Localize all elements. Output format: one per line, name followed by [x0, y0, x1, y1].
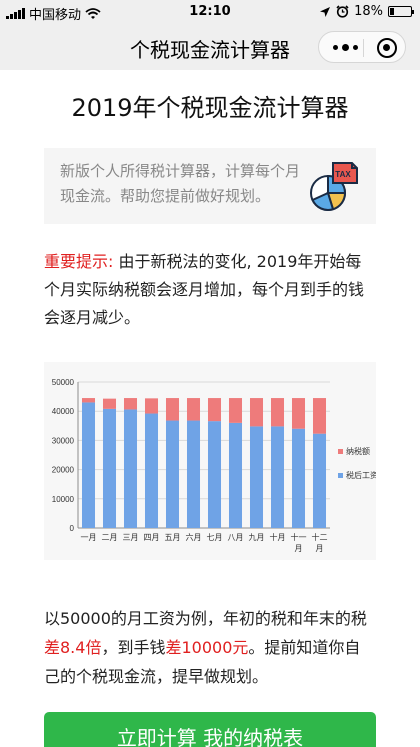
bar-税后工资 — [165, 420, 180, 528]
summary-paragraph: 以50000的月工资为例，年初的税和年末的税差8.4倍，到手钱差10000元。提… — [44, 604, 376, 691]
bar-纳税额 — [81, 398, 96, 403]
x-tick-label: 四月 — [144, 533, 160, 542]
y-tick-label: 50000 — [52, 378, 75, 387]
legend-swatch — [338, 449, 343, 454]
capsule-divider — [363, 39, 364, 57]
bar-税后工资 — [81, 402, 96, 528]
tax-pie-icon: TAX — [310, 162, 358, 211]
summary-highlight-amount: 差10000元 — [165, 638, 249, 657]
x-tick-label: 七月 — [207, 533, 223, 542]
notice-paragraph: 重要提示: 由于新税法的变化, 2019年开始每个月实际纳税额会逐月增加，每个月… — [44, 248, 376, 332]
battery-percent: 18% — [354, 4, 383, 19]
bar-税后工资 — [207, 421, 222, 528]
bar-税后工资 — [102, 408, 117, 528]
bar-纳税额 — [228, 398, 243, 423]
bar-税后工资 — [186, 420, 201, 528]
more-options-icon[interactable] — [333, 44, 358, 51]
calculate-now-button[interactable]: 立即计算 我的纳税表 — [44, 712, 376, 747]
bar-税后工资 — [249, 426, 264, 528]
bar-纳税额 — [249, 398, 264, 427]
bar-纳税额 — [102, 398, 117, 409]
x-tick-label-line: 月 — [316, 544, 324, 553]
notice-label: 重要提示: — [44, 252, 114, 271]
bar-纳税额 — [144, 398, 159, 414]
y-tick-label: 0 — [70, 524, 75, 533]
bar-纳税额 — [207, 398, 222, 422]
bar-纳税额 — [291, 398, 306, 429]
x-tick-label: 八月 — [228, 533, 244, 542]
x-tick-label: 九月 — [249, 533, 265, 542]
x-tick-label-line: 十一 — [291, 532, 307, 542]
bar-纳税额 — [312, 398, 327, 434]
y-tick-label: 20000 — [52, 466, 75, 475]
bar-纳税额 — [270, 398, 285, 427]
status-bar: 中国移动 12:10 18% — [0, 0, 420, 24]
bar-纳税额 — [165, 398, 180, 421]
location-icon — [320, 6, 331, 17]
close-mini-program-icon[interactable] — [377, 38, 397, 58]
legend-swatch — [338, 473, 343, 478]
y-tick-label: 30000 — [52, 436, 75, 445]
y-tick-label: 10000 — [52, 495, 75, 504]
x-tick-label: 六月 — [186, 532, 202, 542]
bar-税后工资 — [123, 409, 138, 528]
x-tick-label-line: 月 — [295, 544, 303, 553]
bar-纳税额 — [186, 398, 201, 421]
summary-highlight-ratio: 差8.4倍 — [44, 638, 102, 657]
x-tick-label: 三月 — [123, 533, 139, 542]
bar-税后工资 — [270, 426, 285, 528]
page-title: 2019年个税现金流计算器 — [71, 94, 349, 122]
x-tick-label: 十月 — [270, 532, 286, 542]
battery-fill — [390, 8, 394, 15]
x-tick-label-line: 十二 — [312, 532, 328, 542]
x-tick-label: 一月 — [81, 533, 97, 542]
x-tick-label: 二月 — [102, 533, 118, 542]
bar-税后工资 — [228, 422, 243, 528]
x-tick-label: 五月 — [165, 533, 181, 542]
alarm-icon — [336, 5, 349, 18]
mini-program-capsule — [318, 31, 406, 63]
tax-icon-label: TAX — [335, 170, 351, 179]
status-right: 18% — [319, 4, 414, 19]
y-tick-label: 40000 — [52, 407, 75, 416]
bar-税后工资 — [291, 428, 306, 528]
summary-text-1: 以50000的月工资为例，年初的税和年末的税 — [44, 609, 367, 628]
tax-cashflow-chart: 0 10000 20000 30000 40000 50000 一月 二月 三月 四月 五月 六月 七月… — [44, 362, 376, 560]
legend-label: 纳税额 — [346, 446, 370, 456]
bar-纳税额 — [123, 398, 138, 410]
battery-icon — [388, 6, 414, 17]
bar-税后工资 — [144, 413, 159, 528]
intro-card: 新版个人所得税计算器，计算每个月现金流。帮助您提前做好规划。 TAX — [44, 148, 376, 224]
nav-bar: 个税现金流计算器 — [0, 24, 420, 70]
bar-税后工资 — [312, 433, 327, 528]
intro-text: 新版个人所得税计算器，计算每个月现金流。帮助您提前做好规划。 — [60, 162, 301, 205]
legend-label: 税后工资 — [346, 470, 376, 480]
summary-text-2: ，到手钱 — [101, 638, 166, 657]
